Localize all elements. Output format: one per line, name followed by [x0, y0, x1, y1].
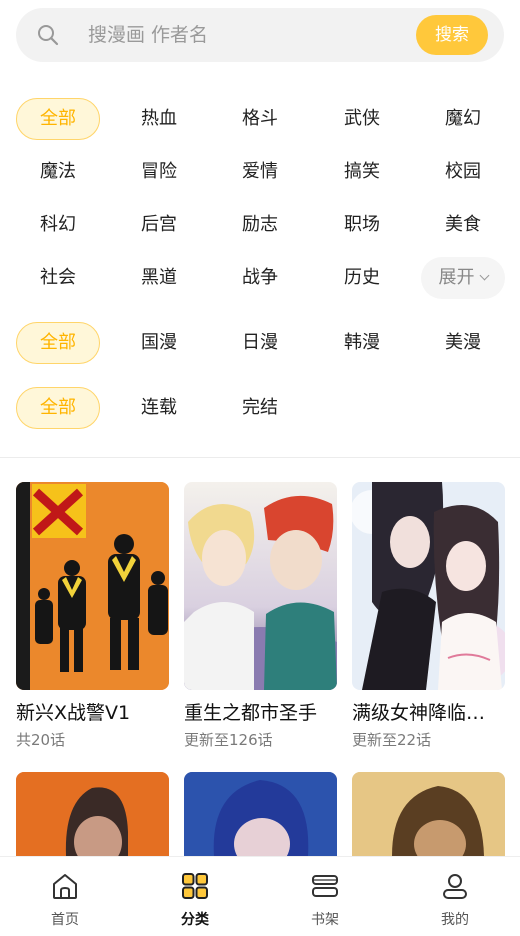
- comic-episodes: 更新至22话: [352, 731, 432, 749]
- genre-chip[interactable]: 校园: [421, 151, 505, 193]
- search-bar[interactable]: 搜漫画 作者名 搜索: [16, 8, 504, 62]
- bookshelf-icon: [312, 875, 338, 897]
- comic-card[interactable]: [184, 772, 337, 856]
- comic-title: 满级女神降临…: [352, 702, 486, 724]
- status-chip[interactable]: 完结: [218, 387, 302, 429]
- search-input[interactable]: 搜漫画 作者名: [88, 8, 208, 62]
- genre-chip[interactable]: 后宫: [117, 204, 201, 246]
- comic-episodes: 共20话: [16, 731, 66, 749]
- comic-card[interactable]: [16, 772, 169, 856]
- profile-icon: [443, 874, 467, 899]
- genre-chip[interactable]: 美食: [421, 204, 505, 246]
- genre-chip[interactable]: 热血: [117, 98, 201, 140]
- comic-cover[interactable]: [352, 482, 505, 690]
- region-chip[interactable]: 国漫: [117, 322, 201, 364]
- search-button[interactable]: 搜索: [416, 15, 488, 55]
- nav-category[interactable]: 分类: [130, 857, 260, 936]
- expand-label: 展开: [438, 267, 475, 288]
- genre-chip[interactable]: 历史: [320, 257, 404, 299]
- comic-card[interactable]: 新兴X战警V1 共20话: [16, 482, 169, 750]
- genre-chip[interactable]: 职场: [320, 204, 404, 246]
- nav-home[interactable]: 首页: [0, 857, 130, 936]
- comic-episodes: 更新至126话: [184, 731, 273, 749]
- region-chip[interactable]: 日漫: [218, 322, 302, 364]
- genre-chip[interactable]: 搞笑: [320, 151, 404, 193]
- divider: [0, 457, 520, 458]
- status-chip-all[interactable]: 全部: [16, 387, 100, 429]
- genre-chip[interactable]: 励志: [218, 204, 302, 246]
- genre-chip-all[interactable]: 全部: [16, 98, 100, 140]
- comic-card[interactable]: 重生之都市圣手 更新至126话: [184, 482, 337, 750]
- expand-button[interactable]: 展开: [421, 257, 505, 299]
- nav-label: 首页: [51, 912, 79, 928]
- nav-label: 我的: [441, 912, 469, 928]
- comic-cover[interactable]: [184, 772, 337, 856]
- search-icon: [38, 25, 59, 46]
- comic-cover[interactable]: [16, 772, 169, 856]
- genre-chip[interactable]: 魔幻: [421, 98, 505, 140]
- comic-title: 重生之都市圣手: [184, 702, 318, 724]
- region-chip[interactable]: 韩漫: [320, 322, 404, 364]
- status-chip[interactable]: 连载: [117, 387, 201, 429]
- nav-label: 书架: [311, 912, 339, 928]
- nav-bookshelf[interactable]: 书架: [260, 857, 390, 936]
- genre-chip[interactable]: 武侠: [320, 98, 404, 140]
- nav-label: 分类: [181, 912, 209, 928]
- genre-chip[interactable]: 社会: [16, 257, 100, 299]
- comic-cover[interactable]: [16, 482, 169, 690]
- home-icon: [53, 874, 77, 899]
- genre-chip[interactable]: 科幻: [16, 204, 100, 246]
- genre-chip[interactable]: 黑道: [117, 257, 201, 299]
- comic-card[interactable]: [352, 772, 505, 856]
- genre-chip[interactable]: 格斗: [218, 98, 302, 140]
- genre-chip[interactable]: 冒险: [117, 151, 201, 193]
- chevron-down-icon: [479, 270, 489, 281]
- genre-chip[interactable]: 魔法: [16, 151, 100, 193]
- category-icon: [182, 873, 208, 899]
- bottom-nav: 首页 分类 书架 我的: [0, 856, 520, 936]
- comic-card[interactable]: 满级女神降临… 更新至22话: [352, 482, 505, 750]
- region-chip[interactable]: 美漫: [421, 322, 505, 364]
- genre-chip[interactable]: 爱情: [218, 151, 302, 193]
- comic-title: 新兴X战警V1: [16, 702, 131, 724]
- comic-cover[interactable]: [184, 482, 337, 690]
- comic-cover[interactable]: [352, 772, 505, 856]
- genre-chip[interactable]: 战争: [218, 257, 302, 299]
- region-chip-all[interactable]: 全部: [16, 322, 100, 364]
- nav-profile[interactable]: 我的: [390, 857, 520, 936]
